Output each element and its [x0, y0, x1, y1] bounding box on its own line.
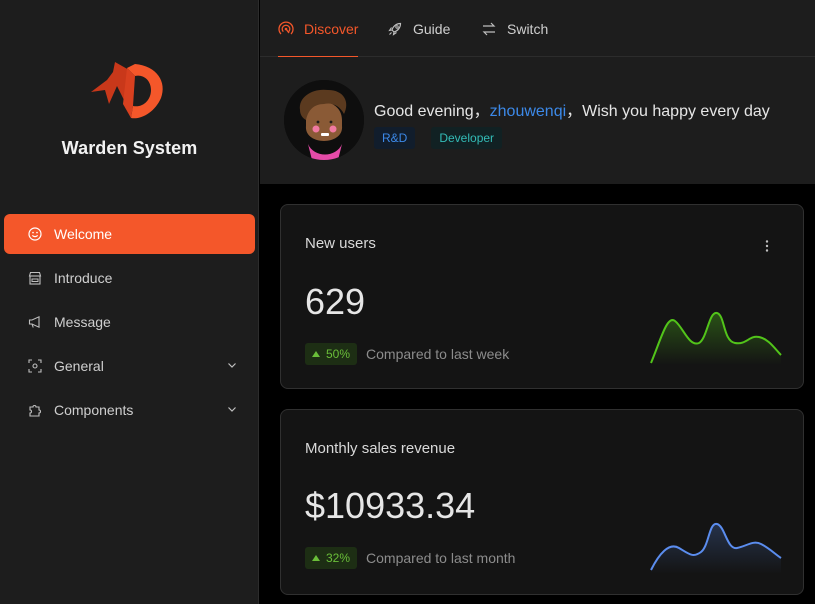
sidebar-item-label: General [54, 358, 104, 374]
greeting-text: Good evening，zhouwenqi，Wish you happy ev… [374, 97, 770, 121]
trend-row: 50% Compared to last week [305, 343, 509, 365]
sidebar: Warden System Welcome Introduce Message … [0, 0, 259, 604]
sidebar-item-label: Message [54, 314, 111, 330]
more-vertical-icon[interactable] [765, 239, 769, 253]
trend-badge: 32% [305, 547, 358, 569]
sidebar-item-label: Components [54, 402, 134, 418]
compare-text: Compared to last week [366, 346, 510, 362]
scan-icon [28, 359, 42, 373]
app-name: Warden System [61, 138, 198, 158]
tab-label: Guide [413, 20, 451, 37]
swap-icon [481, 21, 497, 37]
card-value: $10933.34 [305, 485, 476, 526]
greeting-panel: Good evening，zhouwenqi，Wish you happy ev… [260, 57, 815, 184]
chevron-down-icon [228, 363, 236, 368]
monthly-sales-sparkline [650, 523, 782, 574]
trend-badge: 50% [305, 343, 358, 365]
logo-block: Warden System [0, 58, 259, 159]
rocket-icon [387, 21, 403, 37]
trend-row: 32% Compared to last month [305, 547, 515, 569]
tab-discover[interactable]: Discover [278, 0, 359, 58]
stat-card-monthly-sales: Monthly sales revenue $10933.34 32% Comp… [280, 409, 804, 595]
radar-icon [278, 21, 294, 37]
compare-text: Compared to last month [366, 550, 516, 566]
sidebar-item-general[interactable]: General [4, 346, 255, 386]
greeting-prefix: Good evening， [374, 103, 490, 120]
tab-switch[interactable]: Switch [481, 0, 548, 57]
warden-logo[interactable] [85, 58, 175, 122]
username-link[interactable]: zhouwenqi [490, 103, 567, 120]
tag-role: Developer [431, 127, 503, 149]
arrow-up-icon [312, 351, 320, 357]
card-title: Monthly sales revenue [305, 440, 456, 457]
chevron-down-icon [228, 407, 236, 412]
smile-icon [28, 227, 42, 241]
sidebar-item-welcome[interactable]: Welcome [4, 214, 255, 254]
role-tags: R&D Developer [374, 127, 503, 149]
sidebar-item-message[interactable]: Message [4, 302, 255, 342]
trend-value: 32% [326, 551, 351, 565]
arrow-up-icon [312, 555, 320, 561]
new-users-sparkline [650, 312, 782, 365]
shop-icon [28, 271, 42, 285]
stat-card-new-users: New users 629 50% Compared to last week [280, 204, 804, 389]
card-title: New users [305, 235, 376, 252]
megaphone-icon [28, 315, 42, 329]
sidebar-item-introduce[interactable]: Introduce [4, 258, 255, 298]
tab-label: Discover [304, 20, 359, 37]
greeting-suffix: ，Wish you happy every day [566, 103, 770, 120]
card-value: 629 [305, 281, 366, 322]
tag-department: R&D [374, 127, 416, 149]
top-nav: Discover Guide Switch [260, 0, 815, 58]
tab-label: Switch [507, 20, 549, 37]
sidebar-item-label: Introduce [54, 270, 113, 286]
sidebar-item-components[interactable]: Components [4, 390, 255, 430]
trend-value: 50% [326, 347, 351, 361]
tab-guide[interactable]: Guide [387, 0, 450, 57]
puzzle-icon [28, 403, 42, 417]
sidebar-item-label: Welcome [54, 226, 113, 242]
sidebar-menu: Welcome Introduce Message General Compon… [4, 214, 255, 434]
avatar[interactable] [284, 80, 364, 160]
